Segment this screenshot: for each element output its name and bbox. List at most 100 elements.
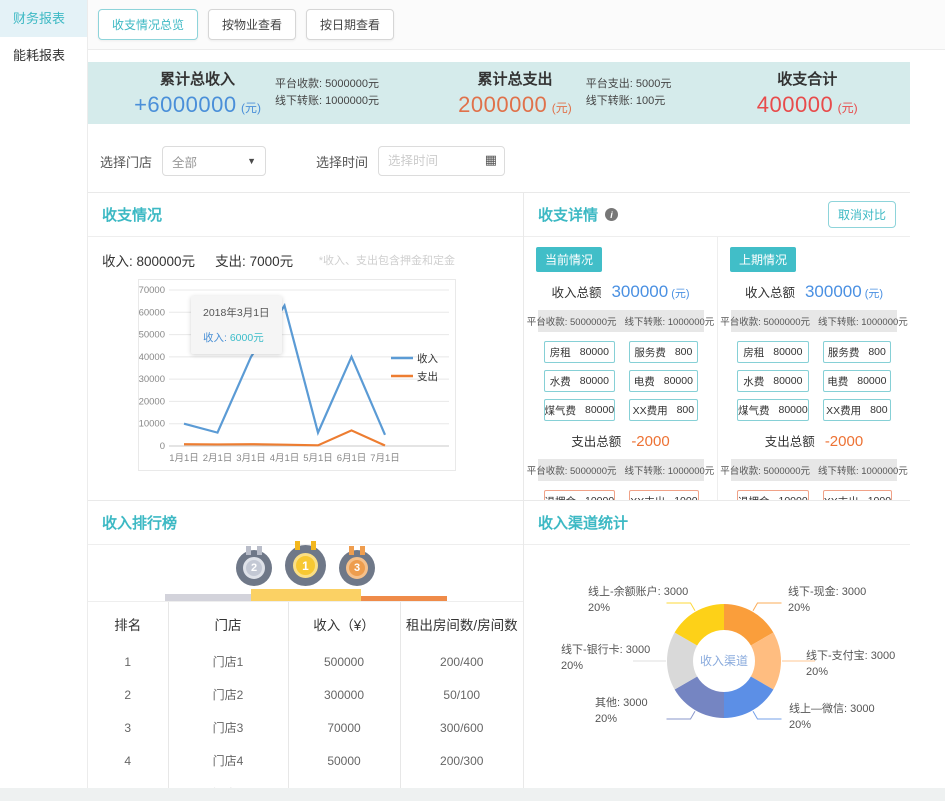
channels-panel-title: 收入渠道统计 (538, 512, 628, 533)
gold-podium-bar (251, 589, 361, 601)
store-select[interactable]: 全部 ▼ (162, 146, 266, 176)
income-item-box: 电费80000 (823, 370, 891, 392)
table-header-cell: 收入（¥） (288, 602, 400, 645)
expense-items-grid: 退押金10000XX支出1000 (737, 490, 891, 500)
svg-text:70000: 70000 (139, 285, 165, 296)
donut-label: 线下-银行卡: 300020% (561, 643, 650, 675)
income-expense-details-panel: 收支详情 i 取消对比 当前情况 收入总额300000(元) 平台收款: 500… (523, 193, 910, 500)
sidebar: 财务报表 能耗报表 (0, 0, 88, 788)
svg-text:50000: 50000 (139, 330, 165, 341)
info-icon[interactable]: i (605, 208, 618, 221)
summary-income-detail-platform: 平台收款: 5000000元 (275, 76, 379, 93)
summary-net-total: 收支合计 400000 (元) (704, 68, 910, 118)
chart-tooltip: 2018年3月1日 收入: 6000元 (191, 296, 282, 354)
svg-text:0: 0 (160, 441, 165, 452)
panels-grid: 收支情况 收入: 800000元 支出: 7000元 *收入、支出包含押金和定金… (88, 192, 910, 798)
table-row: 3门店370000300/600 (88, 711, 523, 744)
income-item-box: 房租80000 (737, 341, 809, 363)
current-period-badge: 当前情况 (536, 247, 602, 272)
summary-total-expense: 累计总支出 2000000 (元) 平台支出: 5000元 线下转账: 100元 (425, 68, 704, 118)
main-area: 收支情况总览 按物业查看 按日期查看 累计总收入 +6000000 (元) 平台… (88, 0, 945, 788)
podium-bars (165, 589, 447, 601)
summary-expense-title: 累计总支出 (458, 68, 572, 89)
expense-item-box: XX支出1000 (823, 490, 892, 500)
tab-view-by-property[interactable]: 按物业查看 (208, 9, 296, 40)
income-expense-line-chart: 0100002000030000400005000060000700001月1日… (139, 280, 455, 470)
overview-panel-title: 收支情况 (102, 204, 162, 225)
silver-medal-icon: 2 (236, 550, 272, 586)
income-item-box: 煤气费80000 (544, 399, 616, 421)
summary-expense-unit: (元) (552, 101, 572, 115)
tab-income-expense-overview[interactable]: 收支情况总览 (98, 9, 198, 40)
tooltip-date: 2018年3月1日 (203, 305, 270, 320)
donut-label: 线上—微信: 300020% (789, 702, 875, 734)
expense-item-box: XX支出1000 (629, 490, 698, 500)
calendar-icon[interactable]: ▦ (485, 153, 497, 166)
expense-item-box: 退押金10000 (544, 490, 616, 500)
income-total-unit: (元) (865, 288, 883, 300)
content: 累计总收入 +6000000 (元) 平台收款: 5000000元 线下转账: … (88, 62, 910, 798)
expense-items-grid: 退押金10000 XX支出1000 (544, 490, 698, 500)
details-panel-title: 收支详情 (538, 204, 598, 225)
gold-medal-icon: 1 (285, 545, 326, 586)
expense-total-label: 支出总额 (765, 435, 815, 449)
expense-source-bar: 平台收款: 5000000元 线下转账: 1000000元 (731, 459, 897, 481)
time-filter-label: 选择时间 (316, 152, 368, 171)
income-item-box: 服务费800 (823, 341, 891, 363)
bottom-strip (0, 788, 945, 801)
income-item-box: XX费用800 (629, 399, 697, 421)
table-row: 4门店450000200/300 (88, 744, 523, 777)
expense-total-value: -2000 (825, 433, 863, 450)
ranking-table-body: 1门店1500000200/4002门店230000050/1003门店3700… (88, 645, 523, 797)
income-channels-panel: 收入渠道统计 收入渠道 线下-现金: 300020%线下-支付宝: 300020… (523, 500, 910, 797)
donut-label: 线下-支付宝: 300020% (806, 649, 895, 681)
svg-text:收入: 收入 (417, 352, 438, 365)
svg-text:4月1日: 4月1日 (270, 453, 300, 464)
summary-net-unit: (元) (838, 101, 858, 115)
income-item-box: 煤气费80000 (737, 399, 809, 421)
summary-income-detail-offline: 线下转账: 1000000元 (275, 93, 379, 110)
income-item-box: 服务费800 (629, 341, 697, 363)
tab-view-by-date[interactable]: 按日期查看 (306, 9, 394, 40)
summary-net-value: 400000 (757, 92, 833, 117)
store-select-value: 全部 (172, 152, 247, 171)
summary-expense-value: 2000000 (458, 92, 547, 117)
medal-zone: 2 1 3 (88, 545, 523, 602)
income-total-label: 收入总额 (745, 286, 795, 300)
silver-podium-bar (165, 594, 251, 601)
summary-income-title: 累计总收入 (134, 68, 261, 89)
income-source-bar: 平台收款: 5000000元 线下转账: 1000000元 (538, 310, 704, 332)
income-total-value: 300000 (611, 282, 668, 301)
expense-source-bar: 平台收款: 5000000元 线下转账: 1000000元 (538, 459, 704, 481)
table-header-cell: 排名 (88, 602, 168, 645)
table-header-cell: 租出房间数/房间数 (400, 602, 523, 645)
income-item-box: 电费80000 (629, 370, 697, 392)
previous-period-column: 上期情况 收入总额300000(元) 平台收款: 5000000元 线下转账: … (717, 237, 910, 500)
previous-period-badge: 上期情况 (730, 247, 796, 272)
summary-expense-detail-platform: 平台支出: 5000元 (586, 76, 672, 93)
filter-row: 选择门店 全部 ▼ 选择时间 ▦ (88, 146, 910, 176)
svg-text:5月1日: 5月1日 (303, 453, 333, 464)
top-toolbar: 收支情况总览 按物业查看 按日期查看 (88, 0, 945, 50)
svg-text:1月1日: 1月1日 (169, 453, 199, 464)
svg-text:30000: 30000 (139, 374, 165, 385)
donut-label: 线上-余额账户: 300020% (588, 585, 688, 617)
current-period-column: 当前情况 收入总额300000(元) 平台收款: 5000000元 线下转账: … (524, 237, 717, 500)
summary-income-unit: (元) (241, 101, 261, 115)
svg-text:6月1日: 6月1日 (337, 453, 367, 464)
svg-text:2月1日: 2月1日 (203, 453, 233, 464)
income-expense-overview-panel: 收支情况 收入: 800000元 支出: 7000元 *收入、支出包含押金和定金… (88, 193, 523, 500)
ranking-table: 排名门店收入（¥）租出房间数/房间数 1门店1500000200/4002门店2… (88, 602, 523, 797)
donut-center-label: 收入渠道 (700, 654, 748, 668)
cancel-compare-button[interactable]: 取消对比 (828, 201, 896, 228)
store-filter-label: 选择门店 (100, 152, 152, 171)
income-total-unit: (元) (671, 288, 689, 300)
sidebar-item-energy-report[interactable]: 能耗报表 (0, 37, 87, 74)
sidebar-item-financial-report[interactable]: 财务报表 (0, 0, 87, 37)
chevron-down-icon: ▼ (247, 156, 256, 166)
svg-text:7月1日: 7月1日 (370, 453, 400, 464)
summary-total-income: 累计总收入 +6000000 (元) 平台收款: 5000000元 线下转账: … (88, 68, 425, 118)
summary-expense-detail-offline: 线下转账: 100元 (586, 93, 672, 110)
income-source-bar: 平台收款: 5000000元 线下转账: 1000000元 (731, 310, 897, 332)
table-header-row: 排名门店收入（¥）租出房间数/房间数 (88, 602, 523, 645)
